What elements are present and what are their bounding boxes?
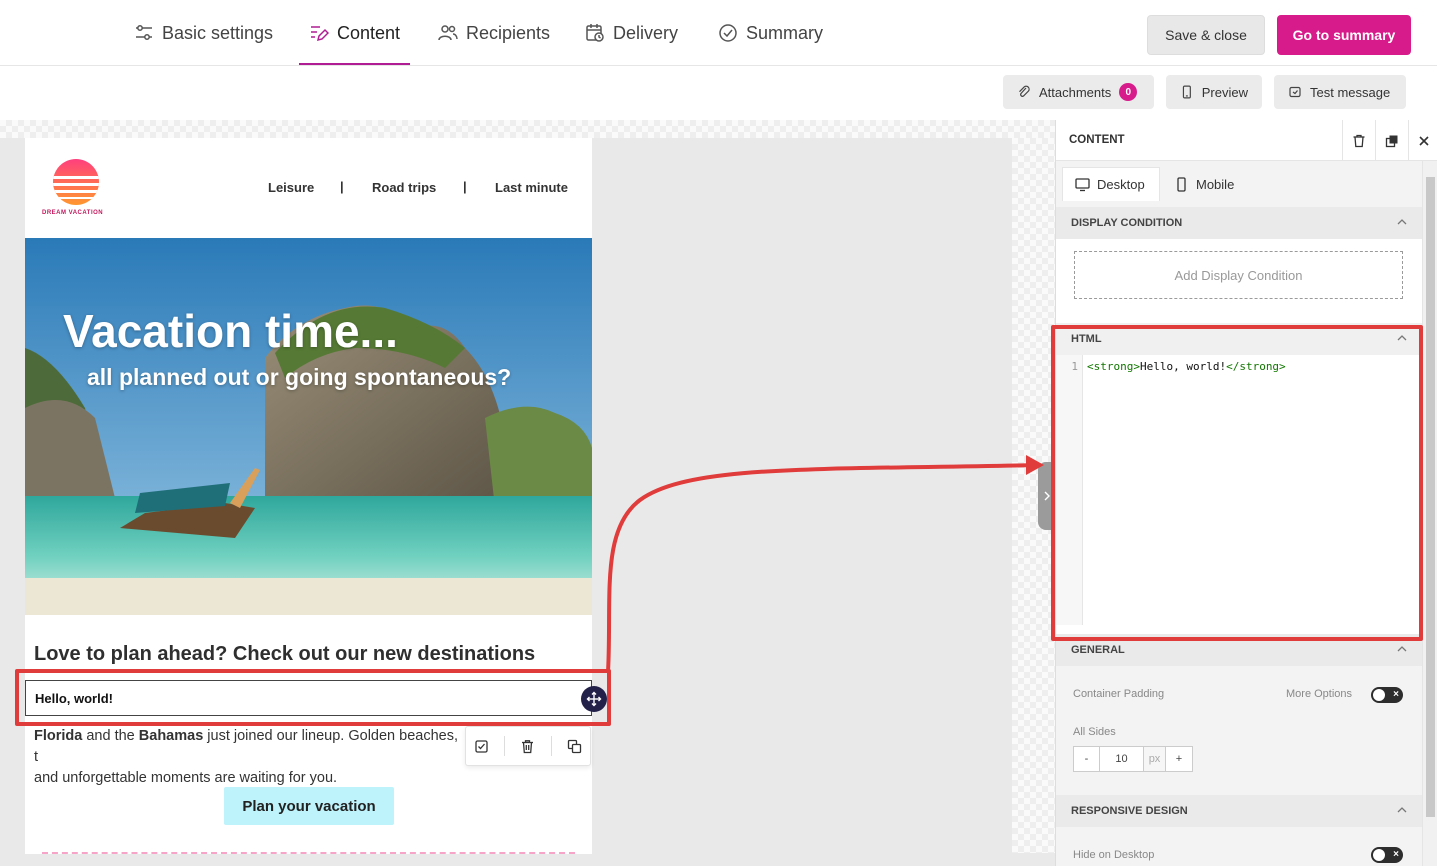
- para-text: and the: [82, 728, 139, 744]
- test-message-icon: [1289, 86, 1301, 98]
- save-close-button[interactable]: Save & close: [1147, 15, 1265, 55]
- chevron-up-icon: [1397, 807, 1407, 813]
- duplicate-icon[interactable]: [567, 739, 582, 754]
- plan-vacation-button[interactable]: Plan your vacation: [224, 787, 394, 825]
- close-icon: [1418, 135, 1429, 146]
- tab-mobile[interactable]: Mobile: [1162, 167, 1250, 201]
- chevron-right-icon: [1044, 491, 1050, 501]
- check-circle-icon: [719, 24, 737, 42]
- more-options-toggle[interactable]: ×: [1371, 687, 1403, 703]
- divider: [42, 852, 575, 854]
- logo-text: DREAM VACATION: [42, 210, 104, 216]
- close-panel-button[interactable]: [1408, 120, 1437, 161]
- section-title: DISPLAY CONDITION: [1071, 217, 1183, 229]
- step-label: Content: [337, 22, 401, 43]
- hide-desktop-toggle[interactable]: ×: [1371, 847, 1403, 863]
- menu-separator: |: [340, 179, 344, 194]
- step-summary[interactable]: Summary: [718, 0, 823, 66]
- panel-title: CONTENT: [1069, 134, 1125, 146]
- sliders-icon: [136, 25, 152, 40]
- device-tabs: Desktop Mobile: [1056, 161, 1422, 207]
- responsive-section-header[interactable]: RESPONSIVE DESIGN: [1056, 795, 1422, 827]
- panel-scrollbar[interactable]: [1422, 161, 1437, 866]
- hero-image: Vacation time... all planned out or goin…: [25, 238, 592, 615]
- highlight-box-html-block: [15, 669, 611, 726]
- phone-icon: [1182, 85, 1191, 99]
- go-to-summary-button[interactable]: Go to summary: [1277, 15, 1411, 55]
- calendar-clock-icon: [586, 24, 604, 42]
- toggle-off-glyph: ×: [1393, 849, 1399, 860]
- tab-label: Mobile: [1196, 176, 1235, 192]
- delete-block-button[interactable]: [1342, 120, 1375, 161]
- canvas-transparent-strip: [0, 120, 1055, 138]
- hide-desktop-label: Hide on Desktop: [1073, 849, 1155, 861]
- monitor-icon: [1075, 178, 1090, 192]
- tab-label: Desktop: [1097, 177, 1145, 192]
- trash-icon[interactable]: [520, 739, 535, 754]
- edit-content-icon: [311, 26, 329, 42]
- editor-toolbar: Attachments 0 Preview Test message: [0, 66, 1437, 120]
- padding-stepper: - 10 px +: [1073, 746, 1193, 772]
- para-text: and unforgettable moments are waiting fo…: [34, 770, 338, 786]
- duplicate-icon: [1385, 135, 1398, 147]
- step-recipients[interactable]: Recipients: [438, 0, 550, 66]
- dream-vacation-logo: [53, 159, 99, 205]
- step-label: Recipients: [466, 22, 551, 43]
- test-message-label: Test message: [1310, 84, 1391, 100]
- step-label: Basic settings: [162, 22, 274, 43]
- menu-link-road-trips[interactable]: Road trips: [372, 180, 436, 195]
- menu-link-leisure[interactable]: Leisure: [268, 180, 314, 195]
- step-label: Summary: [746, 22, 824, 43]
- paperclip-icon: [1019, 85, 1030, 97]
- section-title: GENERAL: [1071, 644, 1125, 656]
- hero-subtitle: all planned out or going spontaneous?: [87, 364, 512, 390]
- select-checkbox-icon[interactable]: [474, 739, 489, 754]
- users-icon: [438, 25, 458, 41]
- test-message-button[interactable]: Test message: [1274, 75, 1406, 109]
- attachments-count-badge: 0: [1119, 83, 1138, 101]
- section-heading: Love to plan ahead? Check out our new de…: [34, 643, 536, 665]
- chevron-up-icon: [1397, 219, 1407, 225]
- preview-button[interactable]: Preview: [1166, 75, 1262, 109]
- step-label: Delivery: [613, 22, 679, 43]
- trash-icon: [1353, 134, 1365, 147]
- divider: [504, 736, 506, 756]
- step-delivery[interactable]: Delivery: [585, 0, 678, 66]
- divider: [550, 736, 552, 756]
- beach-boat-illustration: [25, 238, 592, 615]
- add-display-condition-button[interactable]: Add Display Condition: [1074, 251, 1403, 299]
- chevron-up-icon: [1397, 646, 1407, 652]
- phone-icon: [1177, 176, 1186, 192]
- container-padding-label: Container Padding: [1073, 688, 1165, 700]
- section-title: RESPONSIVE DESIGN: [1071, 805, 1188, 817]
- step-basic-settings[interactable]: Basic settings: [134, 0, 273, 66]
- panel-header: CONTENT: [1056, 120, 1437, 161]
- para-bold-florida: Florida: [34, 728, 83, 744]
- display-condition-header[interactable]: DISPLAY CONDITION: [1056, 207, 1422, 239]
- destinations-paragraph[interactable]: Florida and the Bahamas just joined our …: [34, 726, 464, 789]
- attachments-label: Attachments: [1039, 84, 1112, 100]
- step-content[interactable]: Content: [298, 0, 411, 66]
- duplicate-block-button[interactable]: [1375, 120, 1408, 161]
- toggle-off-glyph: ×: [1393, 689, 1399, 700]
- attachments-button[interactable]: Attachments 0: [1003, 75, 1154, 109]
- menu-link-last-minute[interactable]: Last minute: [495, 180, 568, 195]
- padding-input[interactable]: 10: [1100, 747, 1144, 771]
- menu-separator: |: [463, 179, 467, 194]
- hero-title: Vacation time...: [63, 305, 398, 357]
- para-bold-bahamas: Bahamas: [138, 728, 204, 744]
- block-actions-popup: [465, 726, 591, 766]
- decrement-button[interactable]: -: [1074, 747, 1100, 771]
- tab-desktop[interactable]: Desktop: [1062, 167, 1160, 201]
- highlight-box-html-editor: [1051, 325, 1423, 641]
- scrollbar-thumb[interactable]: [1426, 177, 1435, 817]
- all-sides-label: All Sides: [1073, 726, 1116, 738]
- more-options-label: More Options: [1286, 688, 1353, 700]
- increment-button[interactable]: +: [1166, 747, 1192, 771]
- top-navigation: Basic settings Content Recipients Delive…: [0, 0, 1437, 66]
- preview-label: Preview: [1201, 84, 1248, 100]
- unit-label: px: [1144, 747, 1166, 771]
